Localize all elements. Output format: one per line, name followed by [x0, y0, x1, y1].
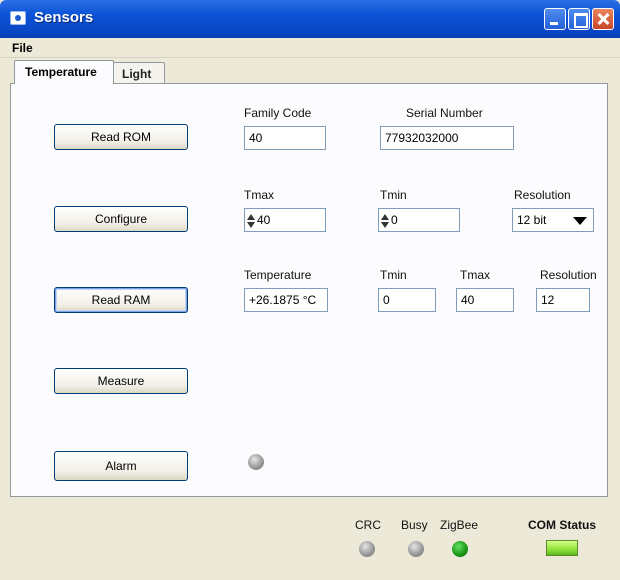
app-icon: [10, 11, 26, 25]
serial-number-label: Serial Number: [406, 106, 483, 120]
alarm-button[interactable]: Alarm: [54, 451, 188, 481]
serial-number-field[interactable]: 77932032000: [380, 126, 514, 150]
resolution-ram-field[interactable]: 12: [536, 288, 590, 312]
resolution-config-label: Resolution: [514, 188, 571, 202]
resolution-select-value: 12 bit: [517, 213, 547, 227]
minimize-button[interactable]: [544, 8, 566, 30]
zigbee-label: ZigBee: [440, 518, 479, 532]
alarm-indicator-led: [248, 454, 264, 470]
close-button[interactable]: [592, 8, 614, 30]
family-code-label: Family Code: [244, 106, 312, 120]
menu-file[interactable]: File: [12, 41, 33, 55]
resolution-ram-label: Resolution: [540, 268, 597, 282]
tmin-ram-label: Tmin: [380, 268, 407, 282]
menu-bar: File: [0, 38, 620, 58]
tmin-stepper-value: 0: [391, 213, 398, 227]
busy-label: Busy: [401, 518, 428, 532]
spinner-arrows-icon[interactable]: [247, 213, 255, 228]
spinner-arrows-icon[interactable]: [381, 213, 389, 228]
tmax-stepper[interactable]: 40: [244, 208, 326, 232]
tmax-ram-label: Tmax: [460, 268, 490, 282]
read-ram-button[interactable]: Read RAM: [54, 287, 188, 313]
read-rom-button[interactable]: Read ROM: [54, 124, 188, 150]
crc-label: CRC: [355, 518, 381, 532]
measure-button[interactable]: Measure: [54, 368, 188, 394]
zigbee-led: [452, 541, 468, 557]
com-status-label: COM Status: [528, 518, 597, 532]
resolution-select[interactable]: 12 bit: [512, 208, 594, 232]
tab-light[interactable]: Light: [113, 62, 165, 84]
maximize-button[interactable]: [568, 8, 590, 30]
window-title: Sensors: [34, 9, 94, 26]
tmax-ram-field[interactable]: 40: [456, 288, 514, 312]
temperature-field[interactable]: +26.1875 °C: [244, 288, 328, 312]
tmin-stepper[interactable]: 0: [378, 208, 460, 232]
tmax-stepper-value: 40: [257, 213, 271, 227]
tmin-ram-field[interactable]: 0: [378, 288, 436, 312]
status-area: [0, 500, 620, 580]
temperature-label: Temperature: [244, 268, 312, 282]
crc-led: [359, 541, 375, 557]
sensors-window: Sensors File Temperature Light Family Co…: [0, 0, 620, 580]
tmin-config-label: Tmin: [380, 188, 407, 202]
com-status-led: [546, 540, 578, 556]
family-code-field[interactable]: 40: [244, 126, 326, 150]
tmax-config-label: Tmax: [244, 188, 274, 202]
dropdown-arrow-icon[interactable]: [573, 217, 587, 225]
title-bar[interactable]: Sensors: [0, 0, 620, 38]
busy-led: [408, 541, 424, 557]
tab-temperature[interactable]: Temperature: [14, 60, 114, 84]
configure-button[interactable]: Configure: [54, 206, 188, 232]
